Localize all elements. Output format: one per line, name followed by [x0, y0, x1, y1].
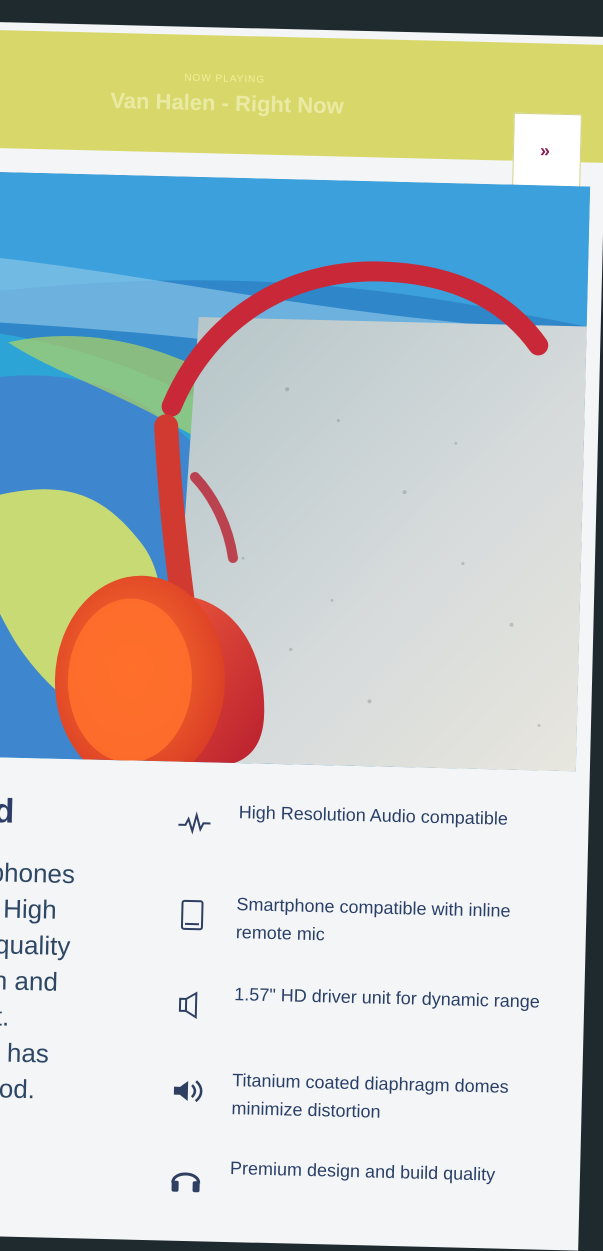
features-list: High Resolution Audio compatible Smartph…	[177, 797, 557, 806]
now-playing-track: Van Halen - Right Now	[82, 87, 373, 120]
description-line: ign and	[0, 962, 123, 1002]
waveform-icon	[176, 805, 213, 842]
description-line: dphones	[0, 854, 126, 894]
description-line: good.	[0, 1070, 120, 1110]
feature-item: Titanium coated diaphragm domes minimize…	[171, 1065, 551, 1074]
description-line: o quality	[0, 926, 124, 966]
next-track-button[interactable]: »	[512, 113, 582, 191]
double-chevron-right-icon: »	[540, 140, 551, 161]
feature-text: 1.57" HD driver unit for dynamic range	[234, 980, 555, 1016]
feature-text: Titanium coated diaphragm domes minimize…	[231, 1066, 552, 1130]
feature-item: High Resolution Audio compatible	[177, 797, 557, 806]
feature-item: Premium design and build quality	[168, 1153, 548, 1162]
driver-icon	[172, 987, 209, 1024]
feature-text: Premium design and build quality	[230, 1154, 551, 1190]
feature-text: High Resolution Audio compatible	[238, 798, 559, 834]
feature-item: Smartphone compatible with inline remote…	[175, 889, 555, 898]
hero-image	[0, 172, 590, 771]
feature-text: Smartphone compatible with inline remote…	[235, 890, 556, 954]
product-description-fragment: dphones m High o quality ign and ort. nd…	[0, 854, 126, 1110]
speaker-volume-icon	[170, 1073, 207, 1110]
feature-item: 1.57" HD driver unit for dynamic range	[173, 979, 553, 988]
now-playing-label: NOW PLAYING	[145, 72, 305, 87]
app-screen: NOW PLAYING Van Halen - Right Now »	[0, 22, 603, 1251]
smartphone-icon	[174, 897, 211, 934]
description-line: nd has	[0, 1034, 121, 1074]
headphones-photo	[0, 172, 590, 771]
description-line: m High	[0, 890, 125, 930]
description-line: ort.	[0, 998, 122, 1038]
headphones-icon	[167, 1161, 204, 1198]
product-title-fragment: ed	[0, 792, 15, 832]
now-playing-bar: NOW PLAYING Van Halen - Right Now »	[0, 30, 603, 163]
